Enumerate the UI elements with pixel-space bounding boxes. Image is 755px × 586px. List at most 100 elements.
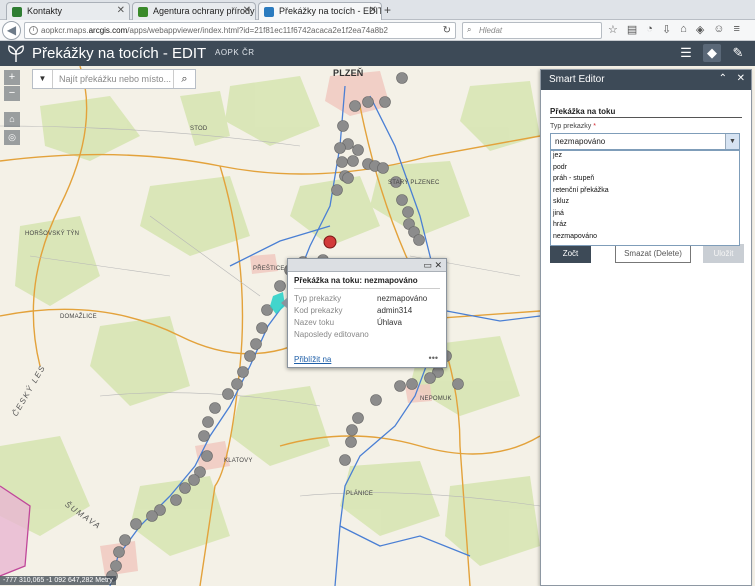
obstacle-marker[interactable]: [244, 350, 256, 362]
browser-search-input[interactable]: ⌕ Hledat: [462, 22, 602, 39]
collapse-icon[interactable]: ⌃: [719, 73, 727, 84]
obstacle-marker[interactable]: [345, 436, 357, 448]
obstacle-marker[interactable]: [370, 394, 382, 406]
browser-navbar: ◀ i aopkcr.maps.arcgis.com/apps/webappvi…: [0, 20, 755, 41]
obstacle-marker[interactable]: [394, 380, 406, 392]
chevron-down-icon[interactable]: ▼: [725, 134, 739, 149]
obstacle-marker[interactable]: [188, 474, 200, 486]
obstacle-marker[interactable]: [337, 120, 349, 132]
download-icon[interactable]: ⇩: [662, 23, 671, 36]
option-item[interactable]: podr: [551, 163, 739, 175]
shield-icon[interactable]: ◈: [696, 23, 704, 36]
obstacle-marker[interactable]: [402, 206, 414, 218]
obstacle-marker[interactable]: [110, 560, 122, 572]
obstacle-marker[interactable]: [349, 100, 361, 112]
obstacle-marker[interactable]: [250, 338, 262, 350]
menu-icon[interactable]: ≡: [734, 23, 740, 36]
option-item[interactable]: skluz: [551, 197, 739, 209]
save-button[interactable]: Uložit: [703, 244, 744, 263]
zoom-out-button[interactable]: −: [4, 86, 20, 101]
option-item[interactable]: retenční překážka: [551, 186, 739, 198]
option-item[interactable]: jiná: [551, 209, 739, 221]
zoom-to-link[interactable]: Přiblížit na: [294, 355, 331, 364]
obstacle-marker[interactable]: [202, 416, 214, 428]
option-item[interactable]: jez: [551, 151, 739, 163]
obstacle-marker[interactable]: [352, 412, 364, 424]
layers-icon[interactable]: ◆: [703, 44, 721, 62]
map-label-plzen: PLZEŇ: [333, 68, 364, 78]
reader-icon[interactable]: ▤: [627, 23, 637, 36]
obstacle-marker[interactable]: [331, 184, 343, 196]
map-search-input[interactable]: Najít překážku nebo místo...: [59, 74, 171, 84]
option-item[interactable]: hráz: [551, 220, 739, 232]
obstacle-marker[interactable]: [170, 494, 182, 506]
selected-obstacle-marker[interactable]: [323, 235, 337, 249]
obstacle-marker[interactable]: [146, 510, 158, 522]
option-item[interactable]: práh - stupeň: [551, 174, 739, 186]
close-tab-icon[interactable]: ✕: [369, 5, 377, 16]
back-button[interactable]: ◀: [2, 21, 21, 40]
chat-icon[interactable]: ☺: [713, 23, 724, 36]
browser-tab-kontakty[interactable]: Kontakty ✕: [6, 2, 130, 20]
browser-tab-prekazky[interactable]: Překážky na tocích - EDIT ✕: [258, 2, 382, 20]
obstacle-marker[interactable]: [347, 155, 359, 167]
obstacle-marker[interactable]: [274, 280, 286, 292]
obstacle-marker[interactable]: [237, 366, 249, 378]
close-button[interactable]: Zočt: [550, 244, 591, 263]
obstacle-marker[interactable]: [231, 378, 243, 390]
obstacle-marker[interactable]: [396, 194, 408, 206]
home-icon[interactable]: ⌂: [680, 23, 687, 36]
obstacle-marker[interactable]: [339, 454, 351, 466]
close-icon[interactable]: ✕: [737, 73, 745, 84]
obstacle-marker[interactable]: [209, 402, 221, 414]
obstacle-marker[interactable]: [342, 172, 354, 184]
obstacle-marker[interactable]: [362, 96, 374, 108]
option-item[interactable]: nezmapováno: [551, 232, 739, 244]
obstacle-marker[interactable]: [113, 546, 125, 558]
my-location-button[interactable]: ◎: [4, 130, 20, 145]
app-header: Překážky na tocích - EDIT AOPK ČR ☰ ◆ ✎: [0, 41, 755, 66]
delete-button[interactable]: Smazat (Delete): [615, 244, 691, 263]
browser-tab-agentura[interactable]: Agentura ochrany přírody ... ✕: [132, 2, 256, 20]
edit-pin-icon[interactable]: ✎: [729, 44, 747, 62]
close-tab-icon[interactable]: ✕: [117, 5, 125, 16]
obstacle-marker[interactable]: [346, 424, 358, 436]
pocket-icon[interactable]: ◔: [646, 23, 653, 36]
search-source-dropdown[interactable]: ▼: [33, 70, 53, 88]
obstacle-marker[interactable]: [379, 96, 391, 108]
new-tab-button[interactable]: +: [384, 3, 391, 17]
obstacle-marker[interactable]: [179, 482, 191, 494]
obstacle-marker[interactable]: [424, 372, 436, 384]
popup-divider: [294, 288, 440, 289]
obstacle-marker[interactable]: [406, 378, 418, 390]
obstacle-marker[interactable]: [336, 156, 348, 168]
feature-popup: ▭ ✕ Překážka na toku: nezmapováno Typ pr…: [281, 258, 447, 368]
obstacle-marker[interactable]: [334, 142, 346, 154]
obstacle-marker[interactable]: [256, 322, 268, 334]
reload-icon[interactable]: ↻: [443, 25, 451, 36]
obstacle-marker[interactable]: [222, 388, 234, 400]
obstacle-marker[interactable]: [352, 144, 364, 156]
obstacle-marker[interactable]: [198, 430, 210, 442]
obstacle-marker[interactable]: [413, 234, 425, 246]
obstacle-marker[interactable]: [201, 450, 213, 462]
obstacle-marker[interactable]: [452, 378, 464, 390]
obstacle-marker[interactable]: [119, 534, 131, 546]
obstacle-marker[interactable]: [396, 72, 408, 84]
search-button[interactable]: ⌕: [173, 70, 195, 88]
close-tab-icon[interactable]: ✕: [243, 5, 251, 16]
home-extent-button[interactable]: ⌂: [4, 112, 20, 127]
more-actions-button[interactable]: •••: [429, 353, 438, 363]
url-bar[interactable]: i aopkcr.maps.arcgis.com/apps/webappview…: [24, 22, 456, 39]
star-icon[interactable]: ☆: [608, 23, 618, 36]
app-subtitle: AOPK ČR: [215, 48, 255, 57]
info-icon[interactable]: i: [29, 26, 38, 35]
popup-window-controls[interactable]: ▭ ✕: [423, 260, 442, 271]
tab-label: Překážky na tocích - EDIT: [279, 6, 382, 16]
zoom-in-button[interactable]: +: [4, 70, 20, 85]
obstacle-marker[interactable]: [130, 518, 142, 530]
obstacle-marker[interactable]: [377, 162, 389, 174]
typ-prekazky-select[interactable]: nezmapováno ▼: [550, 133, 740, 150]
list-icon[interactable]: ☰: [677, 44, 695, 62]
browser-tabbar: Kontakty ✕ Agentura ochrany přírody ... …: [0, 0, 755, 20]
